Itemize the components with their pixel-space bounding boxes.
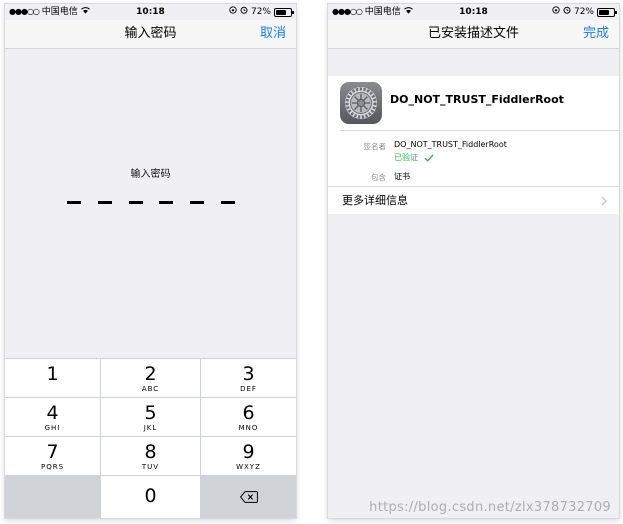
orientation-lock-icon <box>552 4 560 20</box>
status-bar: ●●●○○ 中国电信 10:18 72% <box>5 4 296 20</box>
battery-percent: 72% <box>573 7 594 17</box>
installed-profile-screen: ●●●○○ 中国电信 10:18 72% 已安装描述文件 完成 DO_NOT_T… <box>328 4 619 518</box>
alarm-icon <box>563 4 571 20</box>
key-1[interactable]: 1 <box>5 359 100 397</box>
profile-card: DO_NOT_TRUST_FiddlerRoot 签名者 DO_NOT_TRUS… <box>328 76 619 214</box>
key-6[interactable]: 6 MNO <box>201 398 296 436</box>
page-title: 输入密码 <box>124 26 177 41</box>
cancel-button[interactable]: 取消 <box>260 20 286 48</box>
key-9[interactable]: 9 WXYZ <box>201 437 296 475</box>
more-details-label: 更多详细信息 <box>342 194 408 207</box>
passcode-digit-slot <box>190 201 205 204</box>
passcode-screen: ●●●○○ 中国电信 10:18 72% 输入密码 取消 输入密码 1 2 AB… <box>5 4 296 518</box>
more-details-row[interactable]: 更多详细信息 <box>328 187 619 214</box>
signer-label: 签名者 <box>363 142 387 151</box>
passcode-digit-slot <box>67 201 81 204</box>
checkmark-icon <box>424 154 434 162</box>
status-bar: ●●●○○ 中国电信 10:18 72% <box>328 4 619 20</box>
key-2[interactable]: 2 ABC <box>101 359 200 397</box>
passcode-digit-slot <box>97 201 112 204</box>
numeric-keypad: 1 2 ABC 3 DEF 4 GHI 5 JKL 6 MNO 7 PQRS 8… <box>5 358 296 518</box>
key-3[interactable]: 3 DEF <box>201 359 296 397</box>
battery-icon <box>274 7 294 17</box>
passcode-field[interactable] <box>67 201 235 205</box>
settings-gear-icon <box>340 82 382 124</box>
delete-key[interactable] <box>201 476 296 518</box>
chevron-right-icon <box>601 196 607 206</box>
watermark-text: https://blog.csdn.net/zlx378732709 <box>369 500 611 515</box>
orientation-lock-icon <box>229 4 237 20</box>
page-title: 已安装描述文件 <box>427 26 519 41</box>
done-button[interactable]: 完成 <box>583 20 609 48</box>
verified-status: 已验证 <box>394 152 434 163</box>
navigation-bar: 已安装描述文件 完成 <box>328 20 619 49</box>
key-8[interactable]: 8 TUV <box>101 437 200 475</box>
verified-label: 已验证 <box>394 153 418 162</box>
alarm-icon <box>240 4 248 20</box>
key-4[interactable]: 4 GHI <box>5 398 100 436</box>
divider <box>340 130 619 131</box>
key-blank <box>5 476 100 518</box>
signer-value: DO_NOT_TRUST_FiddlerRoot <box>394 140 507 149</box>
battery-icon <box>597 7 617 17</box>
key-0[interactable]: 0 <box>101 476 200 518</box>
passcode-digit-slot <box>159 201 174 204</box>
contains-label: 包含 <box>371 173 386 182</box>
passcode-digit-slot <box>220 201 235 204</box>
navigation-bar: 输入密码 取消 <box>5 20 296 49</box>
passcode-prompt: 输入密码 <box>130 169 171 180</box>
contains-value: 证书 <box>394 172 410 181</box>
key-5[interactable]: 5 JKL <box>101 398 200 436</box>
profile-name: DO_NOT_TRUST_FiddlerRoot <box>390 93 564 106</box>
backspace-icon <box>239 491 258 503</box>
battery-percent: 72% <box>250 7 271 17</box>
key-7[interactable]: 7 PQRS <box>5 437 100 475</box>
passcode-digit-slot <box>128 201 143 204</box>
